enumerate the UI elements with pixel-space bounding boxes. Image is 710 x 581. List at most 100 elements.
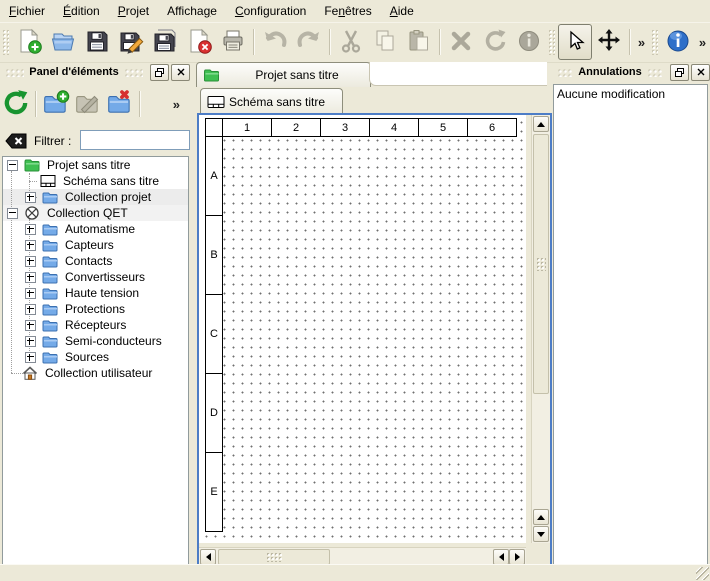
toolbar-drag-handle[interactable] <box>2 29 9 55</box>
tree-item-recepteurs[interactable]: Récepteurs <box>3 317 188 333</box>
toolbar-drag-handle[interactable] <box>548 29 555 55</box>
menu-configuration[interactable]: Configuration <box>226 1 315 21</box>
print-button[interactable] <box>216 24 250 60</box>
delete-category-button[interactable] <box>104 87 136 121</box>
float-panel-button[interactable] <box>670 64 689 81</box>
cut-button[interactable] <box>334 24 368 60</box>
menu-bar: Fichier Édition Projet Affichage Configu… <box>0 0 710 23</box>
tree-item-automatisme[interactable]: Automatisme <box>3 221 188 237</box>
tree-item-haute-tension[interactable]: Haute tension <box>3 285 188 301</box>
column-header: 3 <box>320 118 370 137</box>
diagram-properties-button[interactable] <box>661 24 695 60</box>
collections-toolbar-overflow-button[interactable]: » <box>169 97 184 112</box>
close-panel-button[interactable] <box>171 64 190 81</box>
paste-button[interactable] <box>402 24 436 60</box>
toolbar-overflow-button[interactable]: » <box>695 35 710 50</box>
element-info-button[interactable] <box>512 24 546 60</box>
copy-button[interactable] <box>368 24 402 60</box>
scroll-up-button[interactable] <box>533 509 549 525</box>
save-icon <box>84 28 110 57</box>
diagram-canvas[interactable]: 1 2 3 4 5 6 A B C D E <box>199 115 526 543</box>
folder-icon <box>42 222 58 236</box>
edit-category-button[interactable] <box>72 87 104 121</box>
delete-button[interactable] <box>444 24 478 60</box>
menu-projet[interactable]: Projet <box>109 1 158 21</box>
new-category-button[interactable] <box>40 87 72 121</box>
move-tool-button[interactable] <box>592 24 626 60</box>
expand-icon[interactable] <box>25 224 36 235</box>
annulations-panel-titlebar: Annulations <box>552 62 710 82</box>
folder-icon <box>42 318 58 332</box>
folder-icon <box>42 238 58 252</box>
tab-schema-sans-titre[interactable]: Schéma sans titre <box>200 88 343 114</box>
expand-icon[interactable] <box>25 320 36 331</box>
toolbar-overflow-button[interactable]: » <box>634 35 649 50</box>
menu-aide[interactable]: Aide <box>381 1 423 21</box>
tree-item-collection-utilisateur[interactable]: Collection utilisateur <box>3 365 188 381</box>
open-project-button[interactable] <box>46 24 80 60</box>
tree-item-contacts[interactable]: Contacts <box>3 253 188 269</box>
scroll-up-button[interactable] <box>533 116 549 132</box>
diagram-icon <box>207 95 225 109</box>
column-header: 4 <box>369 118 419 137</box>
scroll-right-button[interactable] <box>509 549 525 565</box>
undo-history-list: Aucune modification <box>553 84 708 565</box>
folder-icon <box>42 254 58 268</box>
row-headers: A B C D E <box>205 136 223 532</box>
tree-item-capteurs[interactable]: Capteurs <box>3 237 188 253</box>
tree-item-protections[interactable]: Protections <box>3 301 188 317</box>
tree-item-semi-conducteurs[interactable]: Semi-conducteurs <box>3 333 188 349</box>
close-panel-button[interactable] <box>691 64 710 81</box>
expand-icon[interactable] <box>25 256 36 267</box>
expand-icon[interactable] <box>25 288 36 299</box>
save-as-button[interactable] <box>114 24 148 60</box>
home-icon <box>22 366 38 380</box>
undo-button[interactable] <box>258 24 292 60</box>
close-file-button[interactable] <box>182 24 216 60</box>
tab-projet-sans-titre[interactable]: Projet sans titre <box>196 62 371 87</box>
undo-list-item[interactable]: Aucune modification <box>554 85 707 103</box>
resize-grip[interactable] <box>696 567 709 580</box>
arrow-left-icon <box>202 553 211 561</box>
toolbar-drag-handle[interactable] <box>651 29 658 55</box>
tree-item-convertisseurs[interactable]: Convertisseurs <box>3 269 188 285</box>
new-project-button[interactable] <box>12 24 46 60</box>
filter-input[interactable] <box>80 130 190 150</box>
tree-item-collection-projet[interactable]: Collection projet <box>3 189 188 205</box>
expand-icon[interactable] <box>25 272 36 283</box>
expand-icon[interactable] <box>25 304 36 315</box>
horizontal-scrollbar-thumb[interactable] <box>218 549 330 565</box>
scroll-left-button[interactable] <box>200 549 216 565</box>
scroll-down-button[interactable] <box>533 526 549 542</box>
open-folder-icon <box>50 28 76 57</box>
reload-collections-button[interactable] <box>0 87 32 121</box>
expand-icon[interactable] <box>25 192 36 203</box>
tree-item-collection-qet[interactable]: Collection QET <box>3 205 188 221</box>
expand-icon[interactable] <box>25 336 36 347</box>
vertical-scrollbar-thumb[interactable] <box>533 134 549 394</box>
rotate-button[interactable] <box>478 24 512 60</box>
collapse-icon[interactable] <box>7 208 18 219</box>
scroll-left-button[interactable] <box>493 549 509 565</box>
folder-edit-icon <box>74 89 102 120</box>
select-tool-button[interactable] <box>558 24 592 60</box>
menu-edition[interactable]: Édition <box>54 1 109 21</box>
save-all-button[interactable] <box>148 24 182 60</box>
clear-filter-icon[interactable] <box>5 133 27 149</box>
project-tab-label: Projet sans titre <box>224 68 370 82</box>
copy-icon <box>372 28 398 57</box>
vertical-scrollbar[interactable] <box>531 115 550 543</box>
save-button[interactable] <box>80 24 114 60</box>
horizontal-scrollbar[interactable] <box>199 547 526 565</box>
collapse-icon[interactable] <box>7 160 18 171</box>
tree-item-sources[interactable]: Sources <box>3 349 188 365</box>
menu-fichier[interactable]: Fichier <box>0 1 54 21</box>
expand-icon[interactable] <box>25 352 36 363</box>
menu-fenetres[interactable]: Fenêtres <box>315 1 380 21</box>
delete-x-icon <box>448 28 474 57</box>
menu-affichage[interactable]: Affichage <box>158 1 226 21</box>
tree-item-projet-sans-titre[interactable]: Projet sans titre <box>3 157 188 173</box>
float-panel-button[interactable] <box>150 64 169 81</box>
redo-button[interactable] <box>292 24 326 60</box>
expand-icon[interactable] <box>25 240 36 251</box>
